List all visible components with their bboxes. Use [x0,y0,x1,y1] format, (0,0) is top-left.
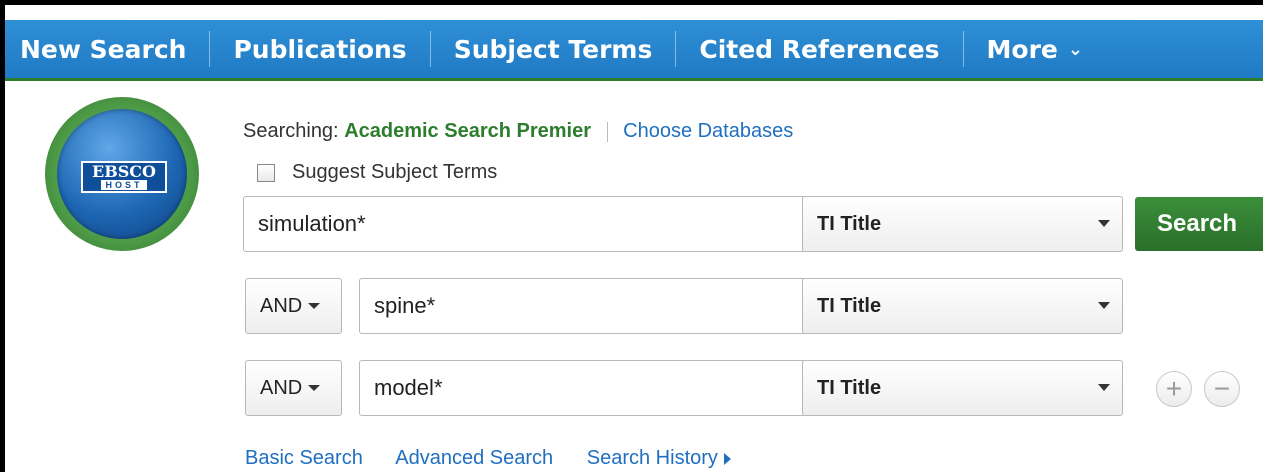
ebscohost-logo[interactable]: EBSCO HOST [45,97,199,251]
minus-icon: − [1213,373,1231,404]
caret-down-icon [1098,302,1110,309]
boolean-operator-select-3[interactable]: AND [245,360,342,416]
search-term-input-1[interactable]: simulation* [243,196,806,252]
database-name: Academic Search Premier [344,120,591,142]
search-mode-links: Basic Search Advanced Search Search Hist… [245,447,759,470]
field-select-3[interactable]: TI Title [802,360,1123,416]
nav-more[interactable]: More ⌄ [964,35,1106,64]
field-select-value: TI Title [817,294,882,317]
search-term-input-2[interactable]: spine* [359,278,806,334]
search-history-label: Search History [586,447,718,469]
field-select-value: TI Title [817,212,882,235]
field-select-value: TI Title [817,376,882,399]
nav-new-search[interactable]: New Search [5,35,209,64]
basic-search-link[interactable]: Basic Search [245,447,363,469]
logo-globe: EBSCO HOST [57,109,187,239]
logo-wordmark: EBSCO HOST [81,161,167,193]
suggest-subject-terms-label: Suggest Subject Terms [292,161,498,183]
caret-down-icon [308,385,321,391]
field-select-1[interactable]: TI Title [802,196,1123,252]
remove-row-button[interactable]: − [1204,371,1240,407]
caret-down-icon [1098,220,1110,227]
boolean-operator-select-2[interactable]: AND [245,278,342,334]
chevron-down-icon: ⌄ [1067,38,1083,60]
searching-label: Searching: [243,120,339,142]
boolean-operator-value: AND [260,294,303,317]
separator [606,121,608,142]
suggest-subject-terms-checkbox[interactable] [257,163,275,182]
top-navigation-bar: New Search Publications Subject Terms Ci… [5,20,1263,81]
search-term-input-3[interactable]: model* [359,360,806,416]
search-history-link[interactable]: Search History [587,447,731,469]
triangle-right-icon [723,452,731,465]
logo-ebsco-text: EBSCO [92,162,156,181]
caret-down-icon [1098,384,1110,391]
add-row-button[interactable]: + [1156,371,1192,407]
advanced-search-link[interactable]: Advanced Search [395,447,553,469]
nav-more-label: More [986,34,1058,64]
plus-icon: + [1165,373,1183,404]
nav-cited-references[interactable]: Cited References [676,35,962,64]
caret-down-icon [308,303,321,309]
field-select-2[interactable]: TI Title [802,278,1123,334]
nav-subject-terms[interactable]: Subject Terms [431,35,676,64]
search-button[interactable]: Search [1135,197,1263,251]
searching-line: Searching: Academic Search Premier Choos… [243,120,793,143]
boolean-operator-value: AND [260,376,303,399]
nav-publications[interactable]: Publications [210,35,429,64]
page-frame: New Search Publications Subject Terms Ci… [5,5,1263,472]
suggest-subject-terms[interactable]: Suggest Subject Terms [257,161,497,184]
choose-databases-link[interactable]: Choose Databases [623,120,793,142]
logo-host-text: HOST [101,180,147,190]
